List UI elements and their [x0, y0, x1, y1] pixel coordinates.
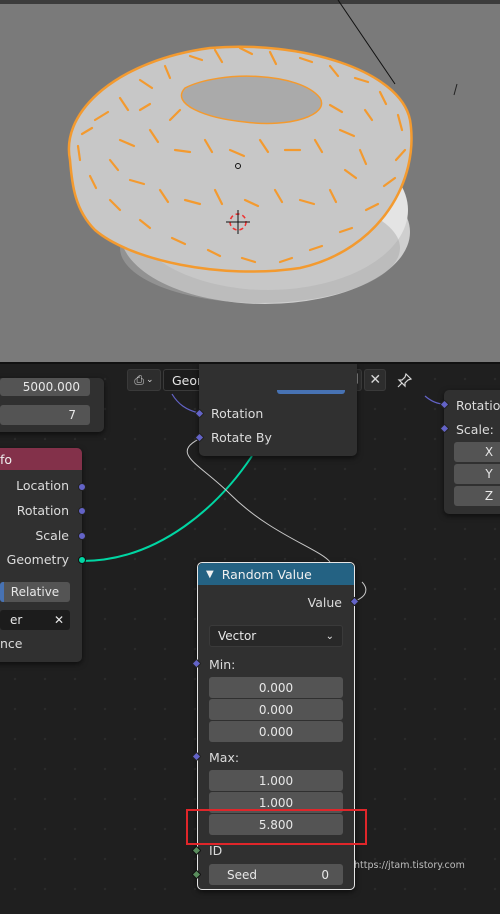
3d-viewport[interactable]	[0, 0, 500, 362]
seed-label: Seed	[227, 867, 257, 882]
seed-field[interactable]: Seed 0	[209, 864, 343, 885]
top-value-field[interactable]: 5000.000	[0, 378, 90, 396]
scale-input-label: Scale:	[456, 422, 494, 437]
rotate-link	[186, 438, 331, 563]
selected-field-edge	[277, 390, 345, 394]
id-label: ID	[209, 843, 223, 858]
rotation-socket-label: Rotation	[16, 503, 69, 518]
chevron-down-icon: ⌄	[325, 630, 334, 642]
node-title: Random Value	[221, 566, 312, 582]
seed-value: 0	[321, 867, 329, 882]
geometry-link	[81, 455, 253, 562]
min-z-field[interactable]: 0.000	[209, 721, 343, 742]
data-type-value: Vector	[218, 629, 257, 643]
close-icon[interactable]: ✕	[54, 613, 64, 627]
as-instance-label: nce	[0, 636, 23, 651]
node-editor[interactable]: ⎙⌄ Geometry Nodes.001 ✕ 5000.000 7 fo Lo…	[0, 364, 500, 914]
node-title: fo	[0, 451, 13, 467]
min-y-field[interactable]: 0.000	[209, 699, 343, 720]
object-info-node-header[interactable]: fo	[0, 448, 82, 470]
object-field-text: er	[10, 613, 23, 627]
scale-y-field[interactable]: Y	[454, 464, 500, 484]
rotate-by-input-label: Rotate By	[211, 430, 272, 445]
geometry-output-socket[interactable]	[78, 556, 86, 564]
random-value-node-header[interactable]: ▼ Random Value	[198, 563, 354, 585]
location-socket-label: Location	[16, 478, 69, 493]
relative-button[interactable]: Relative	[0, 582, 70, 602]
scale-socket-label: Scale	[35, 528, 69, 543]
object-field[interactable]: er ✕	[0, 610, 70, 630]
min-label: Min:	[209, 657, 236, 672]
geometry-socket-label: Geometry	[6, 552, 69, 567]
data-type-select[interactable]: Vector ⌄	[209, 625, 343, 647]
rotate-node[interactable]: Rotation Rotate By	[199, 364, 357, 456]
value-output-label: Value	[307, 595, 342, 610]
scale-output-socket[interactable]	[78, 532, 86, 540]
rotation-input-label: Rotation	[211, 406, 264, 421]
scale-z-field[interactable]: Z	[454, 486, 500, 506]
transform-node[interactable]: Rotation Scale: X Y Z	[444, 390, 500, 514]
watermark: https://jtam.tistory.com	[354, 860, 465, 871]
rotation-input-label: Rotation	[456, 398, 500, 413]
location-output-socket[interactable]	[78, 483, 86, 491]
object-info-node[interactable]: fo Location Rotation Scale Geometry Rela…	[0, 448, 82, 662]
highlight-box	[186, 809, 367, 845]
min-x-field[interactable]: 0.000	[209, 677, 343, 698]
rotation-link	[171, 393, 200, 414]
max-x-field[interactable]: 1.000	[209, 770, 343, 791]
donut-model[interactable]	[0, 0, 500, 362]
count-value-field[interactable]: 7	[0, 405, 90, 425]
collapse-chevron-icon[interactable]: ▼	[206, 569, 214, 580]
rotation-output-socket[interactable]	[78, 507, 86, 515]
original-button-edge[interactable]	[0, 582, 4, 602]
max-label: Max:	[209, 750, 240, 765]
input-values-node[interactable]: 5000.000 7	[0, 378, 104, 432]
scale-x-field[interactable]: X	[454, 442, 500, 462]
